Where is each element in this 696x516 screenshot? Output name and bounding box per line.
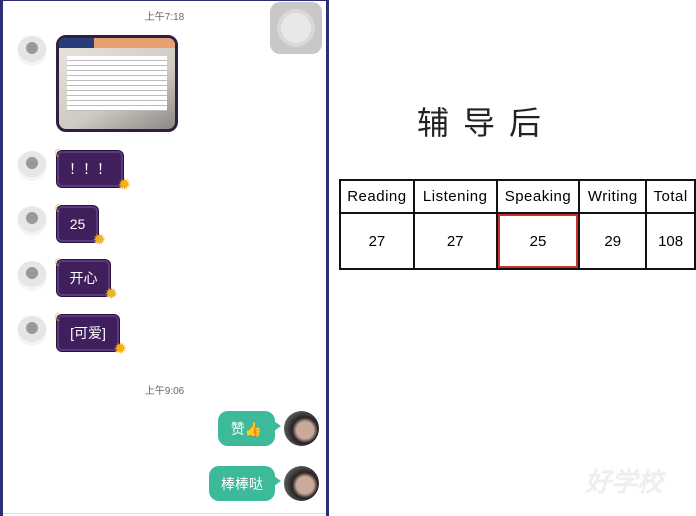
user-avatar[interactable] [284, 411, 319, 446]
message-bubble[interactable]: ☾ 25 ✹ [54, 203, 106, 249]
sun-icon: ✹ [113, 341, 127, 358]
message-text: ！！！ [69, 161, 111, 177]
avatar[interactable] [17, 261, 47, 291]
message-text: 开心 [69, 270, 98, 286]
score-listening: 27 [412, 212, 498, 270]
message-text: 棒棒哒 [221, 475, 263, 492]
avatar[interactable] [17, 206, 47, 236]
table-row: 27 27 25 29 108 [339, 212, 696, 270]
moon-icon: ☾ [54, 203, 64, 215]
avatar[interactable] [17, 316, 47, 346]
message-text: 25 [69, 216, 86, 232]
message-bubble[interactable]: ☾ 开心 ✹ [54, 257, 118, 303]
chat-panel: 上午7:18 ☾！！！ ✹ ☾ 25 ✹ ☾ 开心 ✹ ☾ [可爱] ✹ 上午9:06 赞👍 … [0, 0, 329, 516]
sun-icon: ✹ [104, 286, 118, 303]
score-total: 108 [645, 212, 696, 270]
timestamp: 上午9:06 [144, 386, 185, 397]
message-bubble[interactable]: ☾ [可爱] ✹ [54, 312, 127, 358]
message-bubble[interactable]: ☾ ！！！ ✹ [54, 148, 131, 194]
floating-assistive-button[interactable] [270, 2, 322, 54]
sent-message-bubble[interactable]: 赞👍 [218, 411, 281, 446]
header-speaking: Speaking [495, 179, 581, 214]
user-avatar[interactable] [284, 466, 319, 501]
input-bar-divider [3, 513, 326, 514]
moon-icon: ☾ [54, 312, 64, 324]
sun-icon: ✹ [92, 232, 106, 249]
header-writing: Writing [578, 179, 648, 214]
moon-icon: ☾ [54, 148, 64, 160]
image-message[interactable] [56, 35, 178, 132]
header-reading: Reading [339, 179, 415, 214]
image-document-lines [67, 56, 167, 111]
score-writing: 29 [578, 212, 648, 270]
circle-icon [281, 13, 311, 43]
sun-icon: ✹ [117, 177, 131, 194]
sent-message-bubble[interactable]: 棒棒哒 [209, 466, 281, 501]
score-table: Reading Listening Speaking Writing Total… [339, 179, 696, 270]
table-header-row: Reading Listening Speaking Writing Total [339, 179, 696, 214]
panel-title: 辅导后 [416, 104, 555, 142]
image-header-band [59, 38, 175, 48]
header-listening: Listening [412, 179, 498, 214]
score-reading: 27 [339, 212, 415, 270]
avatar[interactable] [17, 151, 47, 181]
watermark-logo: 好学校 [585, 467, 664, 497]
message-text: 赞👍 [230, 420, 263, 437]
avatar[interactable] [17, 36, 47, 66]
header-total: Total [645, 179, 696, 214]
score-speaking: 25 [495, 212, 581, 270]
moon-icon: ☾ [54, 257, 64, 269]
message-text: [可爱] [70, 325, 106, 341]
